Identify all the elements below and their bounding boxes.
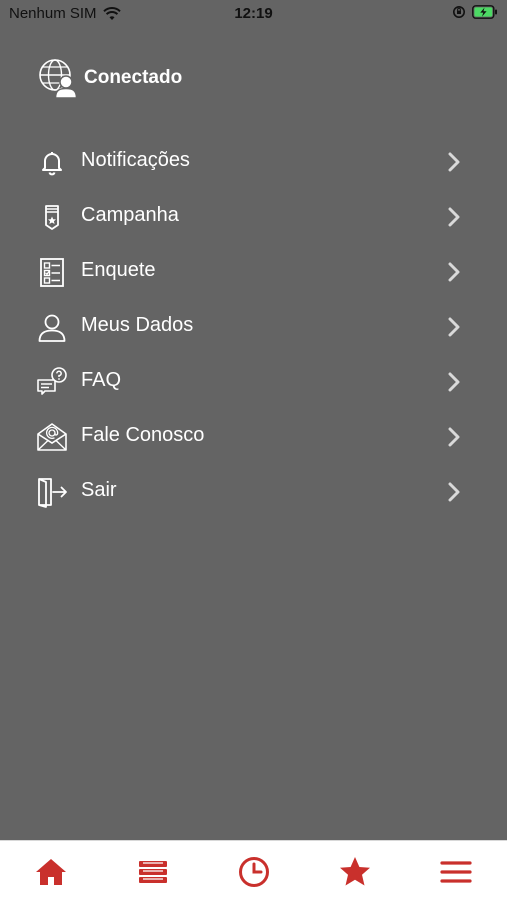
home-icon[interactable]: [34, 855, 68, 889]
menu-item-enquete[interactable]: Enquete: [0, 244, 507, 299]
menu-item-campanha[interactable]: Campanha: [0, 189, 507, 244]
chevron-right-icon: [448, 317, 460, 337]
menu-item-sair[interactable]: Sair: [0, 464, 507, 519]
star-icon[interactable]: [338, 855, 372, 889]
chevron-right-icon: [448, 427, 460, 447]
drawer-menu: Notificações Campanha Enquete Meus Dados…: [0, 134, 507, 519]
email-icon: [37, 423, 67, 451]
chevron-right-icon: [448, 262, 460, 282]
menu-item-label: Notificações: [81, 149, 190, 171]
chevron-right-icon: [448, 207, 460, 227]
orientation-lock-icon: [453, 6, 465, 18]
status-right: [452, 5, 498, 19]
badge-icon: [45, 205, 59, 230]
menu-item-notificacoes[interactable]: Notificações: [0, 134, 507, 189]
menu-item-label: Sair: [81, 479, 117, 501]
user-icon: [38, 314, 66, 342]
bell-icon: [42, 152, 62, 176]
status-bar: Nenhum SIM 12:19: [0, 0, 507, 28]
books-icon[interactable]: [136, 855, 170, 889]
menu-item-fale-conosco[interactable]: Fale Conosco: [0, 409, 507, 464]
menu-item-label: Enquete: [81, 259, 156, 281]
menu-item-meus-dados[interactable]: Meus Dados: [0, 299, 507, 354]
checklist-icon: [40, 258, 64, 287]
menu-item-label: FAQ: [81, 369, 122, 391]
battery-charging-icon: [472, 5, 497, 19]
bottom-tab-bar: [0, 840, 507, 901]
menu-item-label: Fale Conosco: [81, 424, 205, 446]
status-time: 12:19: [234, 5, 273, 22]
menu-item-faq[interactable]: FAQ: [0, 354, 507, 409]
logout-icon: [38, 478, 67, 508]
chevron-right-icon: [448, 152, 460, 172]
globe-user-icon: [39, 59, 78, 98]
menu-icon[interactable]: [439, 855, 473, 889]
clock-icon[interactable]: [237, 855, 271, 889]
connection-status-title: Conectado: [84, 67, 183, 88]
faq-chat-icon: [37, 367, 67, 395]
menu-item-label: Meus Dados: [81, 314, 194, 336]
drawer-header: Conectado: [38, 58, 182, 98]
menu-item-label: Campanha: [81, 204, 179, 226]
chevron-right-icon: [448, 482, 460, 502]
chevron-right-icon: [448, 372, 460, 392]
